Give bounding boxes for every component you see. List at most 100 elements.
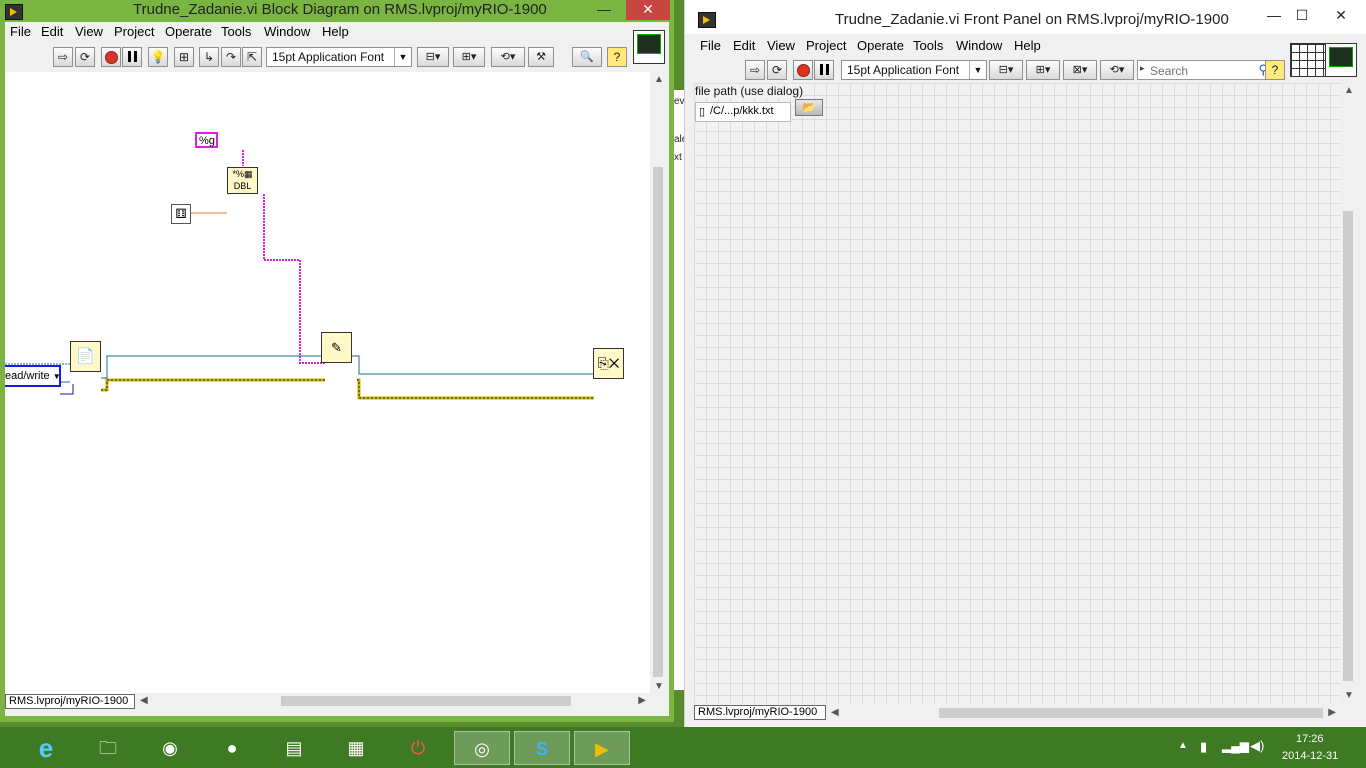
fp-minimize-button[interactable]: — <box>1261 6 1287 26</box>
show-hidden-icons-icon[interactable]: ▲ <box>1178 740 1188 751</box>
run-continuously-icon[interactable]: ⟳ <box>767 60 787 80</box>
fp-menu-help[interactable]: Help <box>1014 38 1041 53</box>
bd-font-selector[interactable]: 15pt Application Font ▼ <box>266 47 412 67</box>
bd-horizontal-scroll-thumb[interactable] <box>281 696 571 706</box>
vi-icon[interactable] <box>1325 43 1357 77</box>
highlight-execution-icon[interactable]: 💡 <box>148 47 168 67</box>
bd-vertical-scroll-thumb[interactable] <box>653 167 663 677</box>
distribute-objects-icon[interactable]: ⊞▾ <box>1026 60 1060 80</box>
context-help-icon[interactable]: ? <box>1265 60 1285 80</box>
file-path-control[interactable]: ▯ /C/...p/kkk.txt <box>695 102 791 122</box>
reorder-icon[interactable]: ⟲▾ <box>1100 60 1134 80</box>
power-app-icon[interactable]: ⏻ <box>394 731 442 765</box>
bd-menu-help[interactable]: Help <box>322 24 349 39</box>
internet-explorer-icon[interactable]: e <box>22 731 70 765</box>
connector-pane-icon[interactable] <box>1290 43 1326 77</box>
taskbar-date[interactable]: 2014-12-31 <box>1282 750 1338 762</box>
calculator-app-icon[interactable]: ▦ <box>332 731 380 765</box>
fp-menu-project[interactable]: Project <box>806 38 846 53</box>
bd-menu-view[interactable]: View <box>75 24 103 39</box>
pause-icon[interactable] <box>122 47 142 67</box>
retain-wire-values-icon[interactable]: ⊞ <box>174 47 194 67</box>
file-explorer-icon[interactable]: 🗀 <box>84 731 132 765</box>
bd-project-target[interactable]: RMS.lvproj/myRIO-1900 <box>5 694 135 709</box>
abort-icon[interactable] <box>101 47 121 67</box>
block-diagram-canvas[interactable]: %g ⚅ *%▦ DBL 📄 ✎ ⎘✕ ead/write ▼ <box>5 72 650 694</box>
bd-menu-project[interactable]: Project <box>114 24 154 39</box>
fp-search-input[interactable] <box>1148 62 1248 79</box>
bd-menu-file[interactable]: File <box>10 24 31 39</box>
bd-menu-edit[interactable]: Edit <box>41 24 63 39</box>
fp-search-box[interactable]: ▸ ⚲ <box>1137 60 1273 80</box>
fp-maximize-button[interactable]: ☐ <box>1289 6 1315 26</box>
browse-folder-button[interactable]: 📂 <box>795 99 823 116</box>
scroll-right-icon[interactable]: ▶ <box>1328 707 1336 718</box>
open-create-replace-file-node[interactable]: 📄 <box>70 341 101 372</box>
chrome-icon[interactable]: ◎ <box>454 731 510 765</box>
fp-menu-window[interactable]: Window <box>956 38 1002 53</box>
step-out-icon[interactable]: ⇱ <box>242 47 262 67</box>
search-icon[interactable]: 🔍 <box>572 47 602 67</box>
context-help-icon[interactable]: ? <box>607 47 627 67</box>
distribute-objects-icon[interactable]: ⊞▾ <box>453 47 485 67</box>
scroll-up-icon[interactable]: ▲ <box>1344 85 1354 96</box>
skype-icon[interactable]: S <box>514 731 570 765</box>
reorder-icon[interactable]: ⟲▾ <box>491 47 525 67</box>
fp-font-selector[interactable]: 15pt Application Font ▼ <box>841 60 987 80</box>
battery-icon[interactable]: ▮ <box>1200 739 1207 755</box>
format-string-constant[interactable]: %g <box>195 132 218 148</box>
media-app-icon[interactable]: ◉ <box>146 731 194 765</box>
file-path-value[interactable]: /C/...p/kkk.txt <box>710 105 774 117</box>
fp-horizontal-scrollbar[interactable]: ◀ ▶ <box>827 705 1340 721</box>
pause-icon[interactable] <box>814 60 834 80</box>
bd-menu-tools[interactable]: Tools <box>221 24 251 39</box>
network-signal-icon[interactable]: ▂▄▆ <box>1222 739 1249 753</box>
fp-menu-operate[interactable]: Operate <box>857 38 904 53</box>
vi-connector-icon[interactable] <box>633 30 665 64</box>
document-app-icon[interactable]: ▤ <box>270 731 318 765</box>
scroll-down-icon[interactable]: ▼ <box>654 681 664 692</box>
align-objects-icon[interactable]: ⊟▾ <box>989 60 1023 80</box>
operation-enum-constant[interactable]: ead/write ▼ <box>5 365 61 387</box>
fp-vertical-scroll-thumb[interactable] <box>1343 211 1353 681</box>
scroll-down-icon[interactable]: ▼ <box>1344 690 1354 701</box>
speaker-app-icon[interactable]: ● <box>208 731 256 765</box>
step-into-icon[interactable]: ↳ <box>199 47 219 67</box>
run-continuously-icon[interactable]: ⟳ <box>75 47 95 67</box>
scroll-right-icon[interactable]: ▶ <box>638 695 646 706</box>
fp-menu-file[interactable]: File <box>700 38 721 53</box>
front-panel-canvas[interactable]: file path (use dialog) ▯ /C/...p/kkk.txt… <box>694 83 1340 703</box>
fp-menu-edit[interactable]: Edit <box>733 38 755 53</box>
close-file-node[interactable]: ⎘✕ <box>593 348 624 379</box>
scroll-left-icon[interactable]: ◀ <box>140 695 148 706</box>
fp-titlebar[interactable]: Trudne_Zadanie.vi Front Panel on RMS.lvp… <box>685 0 1366 34</box>
fp-menu-tools[interactable]: Tools <box>913 38 943 53</box>
clean-up-diagram-icon[interactable]: ⚒ <box>528 47 554 67</box>
bd-minimize-button[interactable]: — <box>588 0 620 20</box>
scroll-up-icon[interactable]: ▲ <box>654 74 664 85</box>
number-to-fractional-string-node[interactable]: *%▦ DBL <box>227 167 258 194</box>
bd-menu-operate[interactable]: Operate <box>165 24 212 39</box>
search-collapse-icon[interactable]: ▸ <box>1140 63 1145 74</box>
align-objects-icon[interactable]: ⊟▾ <box>417 47 449 67</box>
step-over-icon[interactable]: ↷ <box>221 47 241 67</box>
fp-menu-view[interactable]: View <box>767 38 795 53</box>
run-arrow-icon[interactable]: ⇨ <box>745 60 765 80</box>
scroll-left-icon[interactable]: ◀ <box>831 707 839 718</box>
fp-close-button[interactable]: ✕ <box>1321 6 1361 26</box>
abort-icon[interactable] <box>793 60 813 80</box>
fp-vertical-scrollbar[interactable]: ▲ ▼ <box>1340 83 1356 703</box>
bd-vertical-scrollbar[interactable]: ▲ ▼ <box>650 72 666 694</box>
bd-close-button[interactable]: ✕ <box>626 0 670 20</box>
fp-project-target[interactable]: RMS.lvproj/myRIO-1900 <box>694 705 826 720</box>
write-to-text-file-node[interactable]: ✎ <box>321 332 352 363</box>
bd-menu-window[interactable]: Window <box>264 24 310 39</box>
fp-horizontal-scroll-thumb[interactable] <box>939 708 1323 718</box>
bd-horizontal-scrollbar[interactable]: ◀ ▶ <box>136 693 650 709</box>
taskbar-time[interactable]: 17:26 <box>1296 733 1324 745</box>
labview-taskbar-icon[interactable]: ▶ <box>574 731 630 765</box>
run-arrow-icon[interactable]: ⇨ <box>53 47 73 67</box>
random-number-function-icon[interactable]: ⚅ <box>171 204 191 224</box>
volume-icon[interactable]: ◀) <box>1250 738 1264 754</box>
bd-titlebar[interactable]: Trudne_Zadanie.vi Block Diagram on RMS.l… <box>0 0 674 22</box>
